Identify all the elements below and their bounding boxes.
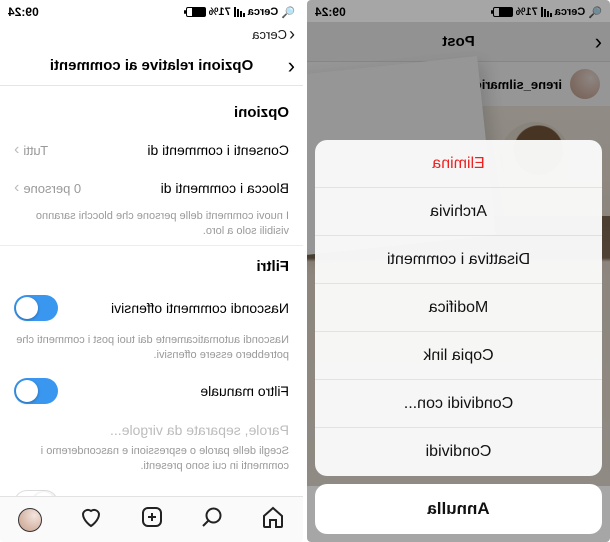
- tab-new-post[interactable]: [140, 505, 164, 534]
- hide-offensive-toggle[interactable]: [14, 295, 58, 321]
- nav-header: ‹ Opzioni relative ai commenti: [0, 46, 303, 86]
- action-copy-link[interactable]: Copia link: [315, 332, 602, 380]
- chevron-right-icon: ›: [14, 179, 19, 197]
- allow-comments-value: Tutti: [23, 143, 48, 158]
- action-share[interactable]: Condividi: [315, 428, 602, 476]
- action-disable-comments[interactable]: Disattiva i commenti: [315, 236, 602, 284]
- comment-settings-screen: 🔍 Cerca 71% 09:24 ‹ Cerca ‹ Opzioni rela…: [0, 0, 303, 542]
- signal-icon: [234, 7, 245, 17]
- hide-offensive-label: Nascondi commenti offensivi: [111, 300, 289, 316]
- row-hide-offensive: Nascondi commenti offensivi: [14, 285, 289, 331]
- action-delete[interactable]: Elimina: [315, 140, 602, 188]
- manual-filter-toggle[interactable]: [14, 378, 58, 404]
- tab-activity[interactable]: [79, 505, 103, 534]
- row-allow-comments[interactable]: Consenti i commenti di Tutti ›: [14, 131, 289, 169]
- page-title: Opzioni relative ai commenti: [50, 57, 253, 74]
- chevron-right-icon: ›: [14, 141, 19, 159]
- cancel-button[interactable]: Annulla: [315, 484, 602, 534]
- tab-home[interactable]: [261, 505, 285, 534]
- manual-filter-desc: Scegli delle parole o espressioni e nasc…: [14, 444, 289, 474]
- action-archive[interactable]: Archivia: [315, 188, 602, 236]
- row-block-comments[interactable]: Blocca i commenti di 0 persone ›: [14, 169, 289, 207]
- chevron-left-icon: ‹: [289, 25, 295, 43]
- search-label: Cerca: [248, 6, 279, 18]
- block-comments-value: 0 persone: [23, 181, 81, 196]
- manual-filter-label: Filtro manuale: [200, 383, 289, 399]
- tab-profile[interactable]: [18, 508, 42, 532]
- section-filters: Filtri: [14, 258, 289, 275]
- avatar-icon: [18, 508, 42, 532]
- action-share-with[interactable]: Condividi con...: [315, 380, 602, 428]
- clock: 09:24: [8, 5, 39, 19]
- block-comments-label: Blocca i commenti di: [161, 180, 289, 196]
- row-manual-filter: Filtro manuale: [14, 368, 289, 414]
- tab-bar: [0, 496, 303, 542]
- manual-filter-input[interactable]: Parole, separate da virgole...: [14, 414, 289, 442]
- post-screen: 🔍 Cerca 71% 09:24 ‹ Post irene_silmarien…: [307, 0, 610, 542]
- search-icon: 🔍: [281, 6, 295, 19]
- action-edit[interactable]: Modifica: [315, 284, 602, 332]
- section-options: Opzioni: [14, 104, 289, 121]
- breadcrumb-back[interactable]: ‹ Cerca: [0, 22, 303, 46]
- status-bar: 🔍 Cerca 71% 09:24: [0, 0, 303, 22]
- battery-icon: [186, 7, 206, 17]
- action-sheet: Elimina Archivia Disattiva i commenti Mo…: [307, 132, 610, 542]
- battery-percent: 71%: [209, 6, 231, 18]
- block-comments-desc: I nuovi commenti delle persone che blocc…: [14, 209, 289, 239]
- allow-comments-label: Consenti i commenti di: [147, 142, 289, 158]
- back-icon[interactable]: ‹: [288, 53, 295, 79]
- hide-offensive-desc: Nascondi automaticamente dai tuoi post i…: [14, 333, 289, 363]
- breadcrumb-label: Cerca: [252, 27, 287, 42]
- tab-search[interactable]: [200, 505, 224, 534]
